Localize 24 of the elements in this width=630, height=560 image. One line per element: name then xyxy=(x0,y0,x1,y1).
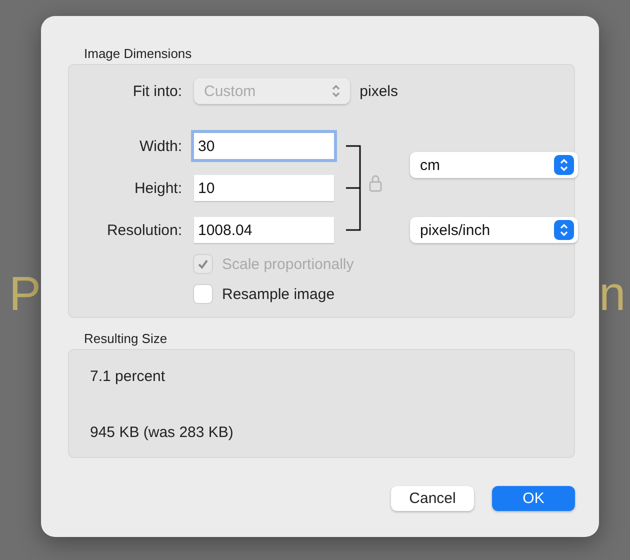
result-text: 7.1 percent xyxy=(90,368,166,385)
unit-popup[interactable]: pixels/inch xyxy=(410,217,578,243)
field-label: Resolution: xyxy=(106,222,182,238)
checkbox[interactable] xyxy=(194,285,212,303)
number-field[interactable]: 30 xyxy=(194,133,334,159)
field-label: Height: xyxy=(133,180,182,196)
result-text: 945 KB (was 283 KB) xyxy=(90,424,234,441)
ok-button[interactable]: OK xyxy=(492,486,575,511)
backdrop-letter: P xyxy=(8,271,41,319)
cancel-button[interactable]: Cancel xyxy=(391,486,474,511)
number-field[interactable]: 10 xyxy=(194,175,334,201)
stepper-icon xyxy=(554,220,574,240)
check-icon xyxy=(197,258,209,270)
checkbox-label: Scale proportionally xyxy=(222,256,354,272)
number-field[interactable]: 1008.04 xyxy=(194,217,334,243)
unit-popup[interactable]: cm xyxy=(410,152,578,178)
unit-label: pixels xyxy=(360,82,398,100)
field-label: Width: xyxy=(138,138,182,154)
backdrop-letter: n xyxy=(599,271,626,319)
field-label: Fit into: xyxy=(132,82,182,100)
checkbox-label: Resample image xyxy=(222,286,335,302)
section-title: Resulting Size xyxy=(84,331,168,346)
stepper-icon xyxy=(554,155,574,175)
section-title: Image Dimensions xyxy=(84,46,193,61)
